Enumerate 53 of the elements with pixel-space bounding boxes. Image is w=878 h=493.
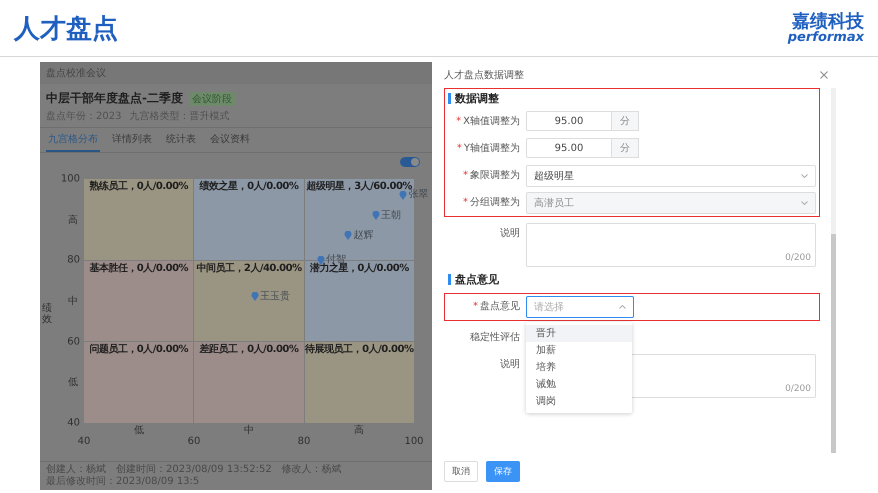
field-label: Y轴值调整为 [464,143,520,154]
field-label: 说明 [500,359,520,370]
y-tick-label: 80 [67,254,80,266]
drawer-title: 人才盘点数据调整 [444,68,524,82]
cell-label: 基本胜任，0人/0.00% [89,262,188,274]
unit-addon: 分 [612,138,639,158]
point-label: 王朝 [381,210,401,222]
x-tick-label: 60 [188,436,200,447]
required-mark: * [473,301,478,312]
project-title: 中层干部年度盘点-二季度 [46,90,183,107]
required-mark: * [456,116,462,127]
cell-label: 熟练员工，0人/0.00% [89,181,188,192]
y-axis-label: 绩效 [42,303,52,325]
section-title: 数据调整 [455,91,499,106]
cell-label: 中间员工，2人/40.00% [196,262,302,274]
unit-addon: 分 [612,111,639,131]
field-label: 分组调整为 [470,197,520,208]
x-tick-label: 100 [404,436,424,447]
field-label: X轴值调整为 [463,116,520,127]
section-title: 盘点意见 [455,272,499,287]
x-band-label: 中 [244,424,254,436]
y-tick-label: 40 [67,418,80,428]
field-label: 象限调整为 [470,170,520,181]
cell-label: 差距员工，0人/0.00% [200,344,298,356]
field-label: 稳定性评估 [470,332,520,343]
required-mark: * [463,170,468,181]
cell-label: 待展现员工，0人/0.00% [305,344,414,356]
x-tick-label: 80 [298,436,310,447]
x-band-label: 低 [134,424,144,436]
point-label: 张翠 [408,189,428,202]
y-band-label: 低 [68,376,78,390]
point-label: 王玉贵 [260,290,290,303]
required-mark: * [456,143,462,154]
logo-subtext: performax [788,30,864,44]
x-band-label: 高 [354,424,364,436]
cell-label: 超级明星，3人/60.00% [306,181,412,192]
point-label: 赵辉 [354,230,374,242]
cell-label: 问题员工，0人/0.00% [89,344,188,356]
y-band-label: 中 [68,294,78,308]
cell-label: 潜力之星，0人/0.00% [310,262,409,274]
y-band-label: 高 [68,214,78,227]
stage-badge: 会议阶段 [188,92,235,106]
y-tick-label: 100 [60,174,80,184]
char-counter: 0/200 [785,384,811,394]
field-label: 说明 [500,228,520,239]
x-tick-label: 40 [78,436,90,447]
field-label: 盘点意见 [480,301,520,312]
y-tick-label: 60 [67,336,80,348]
page-title: 人才盘点 [14,12,118,46]
cell-label: 绩效之星，0人/0.00% [200,181,298,192]
logo-text: 嘉绩科技 [792,12,864,30]
required-mark: * [463,197,468,208]
char-counter: 0/200 [785,253,811,263]
